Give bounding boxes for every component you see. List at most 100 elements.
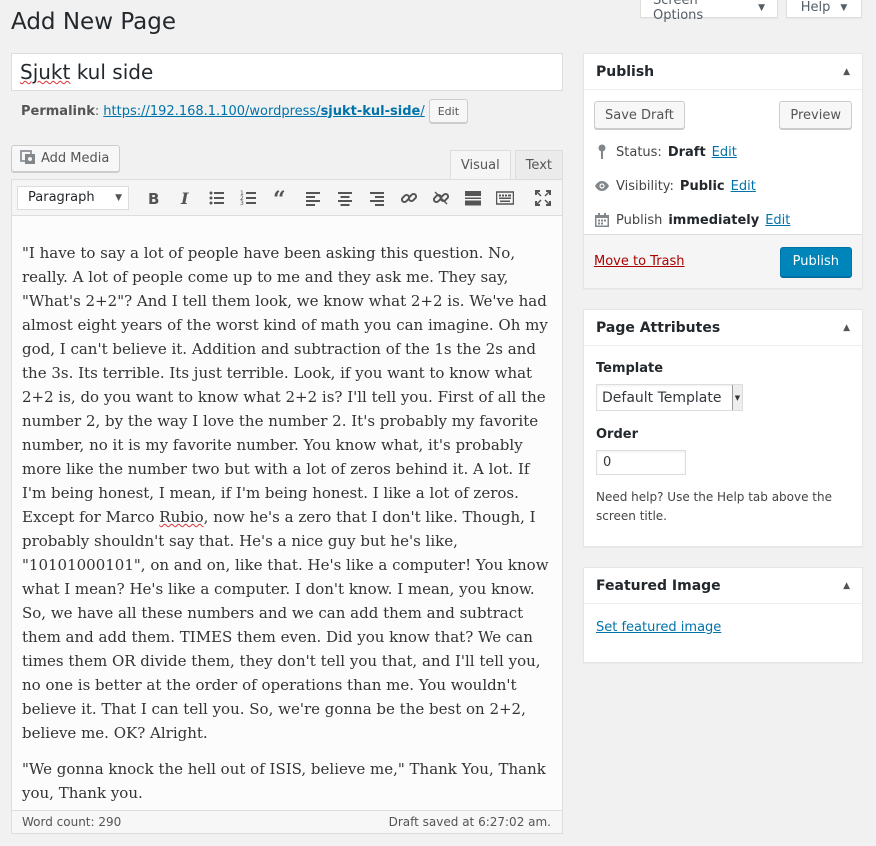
blockquote-button[interactable]: “: [267, 184, 295, 212]
page-attributes-title: Page Attributes: [596, 319, 721, 336]
editor-tabs: Visual Text: [449, 150, 563, 180]
template-select-value: Default Template: [602, 389, 722, 406]
status-label: Status:: [616, 144, 662, 160]
bulleted-list-button[interactable]: [203, 184, 231, 212]
publish-button[interactable]: Publish: [779, 246, 852, 277]
content-editor: Paragraph ▼ B I 123 “ "I have to say a l…: [11, 179, 563, 834]
publish-date-row: Publish immediately Edit: [584, 203, 862, 237]
content-paragraph: "I have to say a lot of people have been…: [22, 244, 549, 742]
edit-publish-date-link[interactable]: Edit: [765, 213, 790, 228]
page-attributes-box: Page Attributes ▲ Template Default Templ…: [583, 309, 863, 547]
permalink-row: Permalink: https://192.168.1.100/wordpre…: [21, 99, 469, 123]
permalink-url[interactable]: https://192.168.1.100/wordpress/sjukt-ku…: [103, 104, 424, 119]
publish-label: Publish: [616, 212, 663, 228]
align-center-icon: [338, 191, 352, 206]
status-row: Status: Draft Edit: [584, 135, 862, 169]
template-label: Template: [596, 361, 664, 376]
tab-text[interactable]: Text: [514, 150, 563, 180]
align-right-icon: [370, 191, 384, 206]
featured-image-box: Featured Image ▲ Set featured image: [583, 567, 863, 663]
pin-icon: [598, 144, 606, 159]
keyboard-icon: [496, 190, 514, 205]
minor-publishing-actions: Save Draft Preview: [584, 90, 862, 129]
editor-toolbar: Paragraph ▼ B I 123 “: [12, 180, 562, 216]
help-tab[interactable]: Help ▼: [786, 0, 862, 18]
edit-status-link[interactable]: Edit: [712, 145, 737, 160]
draft-saved-status: Draft saved at 6:27:02 am.: [388, 815, 551, 829]
collapse-arrow-icon[interactable]: ▲: [843, 581, 850, 591]
remove-link-button[interactable]: [427, 184, 455, 212]
bold-button[interactable]: B: [139, 184, 167, 212]
dropdown-arrow-icon: ▼: [732, 385, 742, 410]
eye-icon: [595, 181, 609, 191]
italic-icon: I: [180, 189, 189, 207]
chevron-down-icon: ▼: [115, 192, 122, 203]
italic-button[interactable]: I: [171, 184, 199, 212]
misspelled-word: Rubio: [159, 508, 204, 526]
screen-options-tab[interactable]: Screen Options ▼: [640, 0, 778, 23]
align-left-icon: [306, 191, 320, 206]
caret-down-icon: ▼: [758, 2, 765, 13]
svg-text:3: 3: [240, 200, 244, 207]
help-label: Help: [800, 0, 831, 15]
featured-image-title: Featured Image: [596, 577, 721, 594]
template-select[interactable]: Default Template ▼: [596, 384, 743, 411]
edit-visibility-link[interactable]: Edit: [731, 179, 756, 194]
editor-status-bar: Word count: 290 Draft saved at 6:27:02 a…: [12, 810, 562, 833]
bulleted-list-icon: [209, 191, 224, 204]
screen-options-label: Screen Options: [653, 0, 704, 23]
collapse-arrow-icon[interactable]: ▲: [843, 67, 850, 77]
blockquote-icon: “: [273, 189, 286, 207]
visibility-value: Public: [679, 178, 725, 194]
publish-box-header[interactable]: Publish ▲: [584, 54, 862, 90]
visibility-row: Visibility: Public Edit: [584, 169, 862, 203]
read-more-button[interactable]: [459, 184, 487, 212]
caret-down-icon: ▼: [840, 2, 848, 13]
word-count: Word count: 290: [22, 815, 122, 829]
visibility-label: Visibility:: [616, 178, 674, 194]
align-left-button[interactable]: [299, 184, 327, 212]
svg-text:“: “: [273, 189, 286, 207]
svg-text:I: I: [180, 189, 189, 207]
featured-image-header[interactable]: Featured Image ▲: [584, 568, 862, 604]
permalink-slug: sjukt-kul-side: [320, 103, 421, 119]
collapse-arrow-icon[interactable]: ▲: [843, 323, 850, 333]
link-icon: [400, 192, 418, 203]
publish-box: Publish ▲ Save Draft Preview Status: Dra…: [583, 53, 863, 289]
numbered-list-button[interactable]: 123: [235, 184, 263, 212]
unlink-icon: [432, 190, 450, 205]
order-label: Order: [596, 427, 638, 442]
page-attributes-inner: Template Default Template ▼ Order 0 Need…: [584, 346, 862, 536]
title-text-rest: kul side: [70, 60, 154, 84]
edit-slug-button[interactable]: Edit: [428, 99, 469, 123]
editor-content[interactable]: "I have to say a lot of people have been…: [12, 216, 562, 810]
screen-meta-links: Screen Options ▼ Help ▼: [640, 0, 862, 23]
move-to-trash-link[interactable]: Move to Trash: [594, 254, 685, 269]
order-input[interactable]: 0: [596, 450, 686, 475]
add-media-label: Add Media: [41, 151, 110, 166]
bold-icon: B: [148, 190, 159, 207]
insert-link-button[interactable]: [395, 184, 423, 212]
format-select[interactable]: Paragraph ▼: [17, 185, 129, 210]
set-featured-image-link[interactable]: Set featured image: [584, 604, 862, 651]
add-media-button[interactable]: Add Media: [11, 145, 121, 172]
fullscreen-icon: [535, 189, 551, 206]
numbered-list-icon: 123: [240, 190, 256, 207]
title-misspelled-word: Sjukt: [20, 60, 71, 84]
title-input[interactable]: Sjukt kul side: [11, 53, 563, 91]
toolbar-toggle-button[interactable]: [491, 184, 519, 212]
format-select-value: Paragraph: [28, 190, 95, 205]
align-center-button[interactable]: [331, 184, 359, 212]
permalink-label: Permalink: [21, 103, 95, 119]
page-attributes-header[interactable]: Page Attributes ▲: [584, 310, 862, 346]
svg-text:B: B: [148, 190, 159, 207]
align-right-button[interactable]: [363, 184, 391, 212]
calendar-icon: [595, 213, 609, 227]
status-value: Draft: [667, 144, 706, 160]
preview-button[interactable]: Preview: [779, 101, 852, 129]
fullscreen-button[interactable]: [529, 184, 557, 212]
content-paragraph: "We gonna knock the hell out of ISIS, be…: [22, 760, 546, 802]
page-title: Add New Page: [11, 9, 176, 35]
save-draft-button[interactable]: Save Draft: [594, 101, 685, 129]
tab-visual[interactable]: Visual: [449, 150, 511, 180]
